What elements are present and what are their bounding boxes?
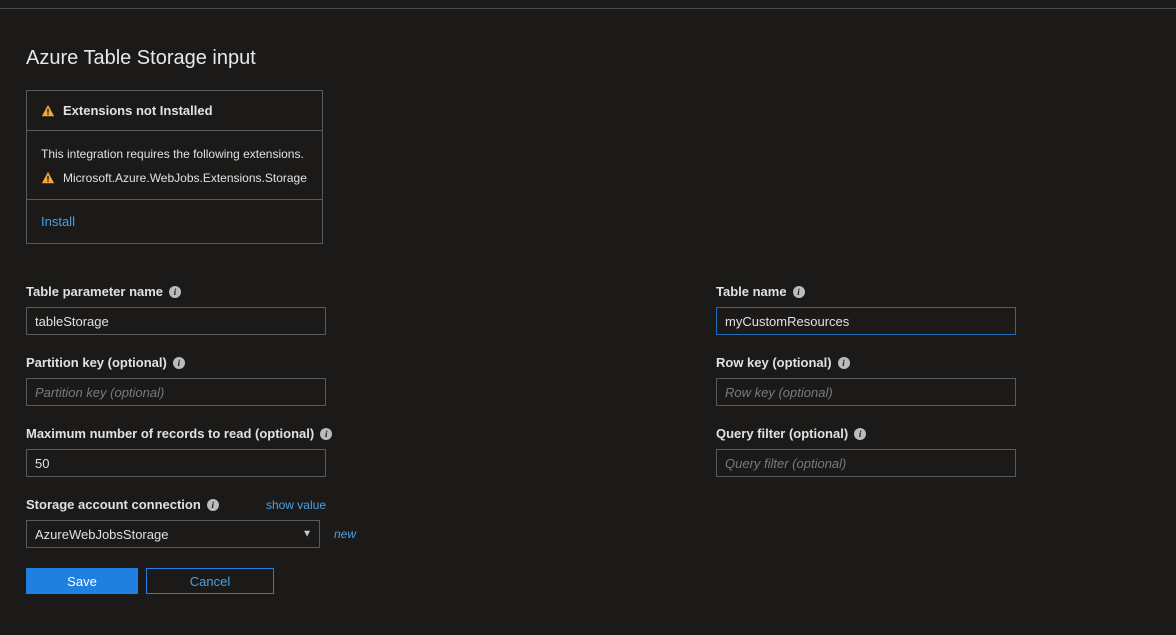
warning-icon: [41, 171, 55, 185]
alert-body: This integration requires the following …: [27, 131, 322, 200]
info-icon[interactable]: i: [173, 357, 185, 369]
page-title: Azure Table Storage input: [26, 47, 1150, 70]
query-filter-input[interactable]: [716, 449, 1016, 477]
new-connection-link[interactable]: new: [334, 527, 356, 541]
info-icon[interactable]: i: [320, 428, 332, 440]
extensions-alert-panel: Extensions not Installed This integratio…: [26, 90, 323, 244]
storage-connection-label: Storage account connection: [26, 497, 201, 512]
info-icon[interactable]: i: [793, 286, 805, 298]
right-column: Table name i Row key (optional) i Query …: [716, 284, 1046, 594]
info-icon[interactable]: i: [169, 286, 181, 298]
table-parameter-name-label: Table parameter name: [26, 284, 163, 299]
info-icon[interactable]: i: [207, 499, 219, 511]
alert-header-text: Extensions not Installed: [63, 103, 213, 118]
partition-key-label: Partition key (optional): [26, 355, 167, 370]
table-parameter-name-input[interactable]: [26, 307, 326, 335]
info-icon[interactable]: i: [838, 357, 850, 369]
install-link[interactable]: Install: [41, 214, 75, 229]
save-button[interactable]: Save: [26, 568, 138, 594]
info-icon[interactable]: i: [854, 428, 866, 440]
row-key-input[interactable]: [716, 378, 1016, 406]
table-name-label: Table name: [716, 284, 787, 299]
max-records-input[interactable]: [26, 449, 326, 477]
show-value-link[interactable]: show value: [266, 498, 326, 512]
alert-header: Extensions not Installed: [27, 91, 322, 131]
page-container: Azure Table Storage input Extensions not…: [0, 9, 1176, 614]
query-filter-label: Query filter (optional): [716, 426, 848, 441]
partition-key-input[interactable]: [26, 378, 326, 406]
max-records-label: Maximum number of records to read (optio…: [26, 426, 314, 441]
table-name-input[interactable]: [716, 307, 1016, 335]
cancel-button[interactable]: Cancel: [146, 568, 274, 594]
row-key-label: Row key (optional): [716, 355, 832, 370]
left-column: Table parameter name i Partition key (op…: [26, 284, 356, 594]
alert-extension-name: Microsoft.Azure.WebJobs.Extensions.Stora…: [63, 169, 307, 187]
storage-connection-select[interactable]: AzureWebJobsStorage: [26, 520, 320, 548]
alert-body-text: This integration requires the following …: [41, 145, 308, 163]
warning-icon: [41, 104, 55, 118]
